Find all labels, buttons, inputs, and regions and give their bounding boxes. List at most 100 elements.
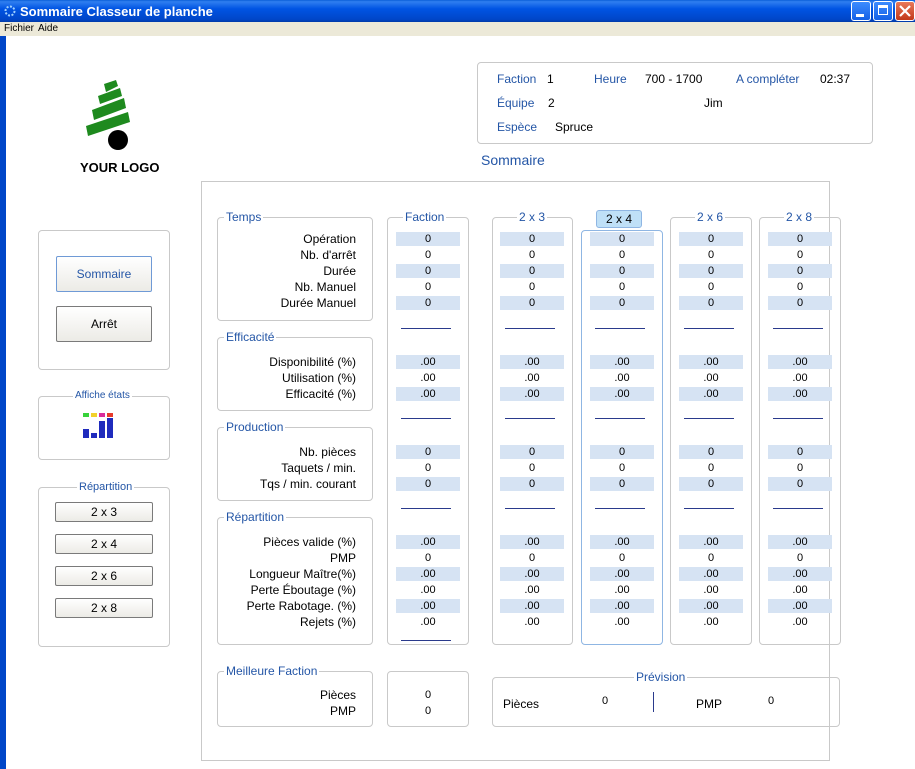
row-label-temps: Durée Manuel xyxy=(280,296,356,310)
value-cell-c2x6-efficacite: .00 xyxy=(679,355,743,369)
col-2x4-tab[interactable]: 2 x 4 xyxy=(596,210,642,228)
value-cell-c2x4-temps: 0 xyxy=(590,296,654,310)
row-label-meilleure: PMP xyxy=(329,704,356,718)
prevision-pieces-label: Pièces xyxy=(503,697,540,711)
equipe-value: 2 xyxy=(548,96,555,110)
acompleter-value: 02:37 xyxy=(820,72,851,86)
value-cell-c2x8-repartition: .00 xyxy=(792,616,808,628)
close-button[interactable] xyxy=(895,1,915,21)
column-separator xyxy=(401,328,451,329)
value-cell-c2x6-efficacite: .00 xyxy=(679,387,743,401)
prevision-pmp-value: 0 xyxy=(768,695,775,707)
col-2x3-header[interactable]: 2 x 3 xyxy=(517,210,548,224)
menu-fichier[interactable]: Fichier xyxy=(4,23,34,34)
rep-2x8-button[interactable]: 2 x 8 xyxy=(55,598,153,618)
row-label-repartition: Perte Éboutage (%) xyxy=(250,583,356,597)
value-cell-faction-temps: 0 xyxy=(396,264,460,278)
col-2x6-header[interactable]: 2 x 6 xyxy=(695,210,726,224)
value-cell-c2x4-production: 0 xyxy=(618,462,626,474)
rep-2x3-button[interactable]: 2 x 3 xyxy=(55,502,153,522)
repartition-main-legend: Répartition xyxy=(224,510,287,524)
row-label-efficacite: Utilisation (%) xyxy=(281,371,356,385)
value-cell-c2x8-repartition: .00 xyxy=(768,535,832,549)
espece-label: Espèce xyxy=(497,120,538,134)
header-info-box: Faction 1 Heure 700 - 1700 A compléter 0… xyxy=(477,62,873,144)
value-cell-faction-temps: 0 xyxy=(424,249,432,261)
equipe-person: Jim xyxy=(704,96,723,110)
value-cell-c2x6-repartition: .00 xyxy=(679,535,743,549)
value-cell-faction-repartition: 0 xyxy=(424,552,432,564)
heure-label: Heure xyxy=(594,72,627,86)
row-label-repartition: PMP xyxy=(329,551,356,565)
heure-value: 700 - 1700 xyxy=(645,72,703,86)
states-chart-icon[interactable] xyxy=(82,411,116,439)
row-label-meilleure: Pièces xyxy=(319,688,356,702)
value-cell-c2x8-repartition: .00 xyxy=(768,567,832,581)
close-icon xyxy=(899,5,911,17)
value-cell-c2x6-temps: 0 xyxy=(679,264,743,278)
column-separator xyxy=(684,418,734,419)
affiche-etats-label: Affiche états xyxy=(73,389,132,403)
value-cell-faction-efficacite: .00 xyxy=(420,372,436,384)
column-separator xyxy=(595,418,645,419)
value-cell-c2x3-temps: 0 xyxy=(500,296,564,310)
minimize-button[interactable] xyxy=(851,1,871,21)
column-separator xyxy=(401,640,451,641)
menu-bar: Fichier Aide xyxy=(0,22,915,36)
window-titlebar[interactable]: Sommaire Classeur de planche xyxy=(0,0,915,22)
value-cell-c2x3-repartition: .00 xyxy=(524,616,540,628)
value-cell-c2x3-production: 0 xyxy=(500,445,564,459)
column-separator xyxy=(684,508,734,509)
faction-label: Faction xyxy=(497,72,537,86)
value-cell-faction-production: 0 xyxy=(396,445,460,459)
value-cell-c2x3-efficacite: .00 xyxy=(500,355,564,369)
menu-aide[interactable]: Aide xyxy=(38,23,58,34)
value-cell-c2x4-repartition: .00 xyxy=(590,535,654,549)
efficacite-legend: Efficacité xyxy=(224,330,277,344)
value-cell-c2x8-repartition: .00 xyxy=(768,599,832,613)
maximize-button[interactable] xyxy=(873,1,893,21)
column-separator xyxy=(595,508,645,509)
repartition-group: Répartition 2 x 3 2 x 4 2 x 6 2 x 8 xyxy=(38,480,170,647)
row-label-repartition: Longueur Maître(%) xyxy=(249,567,356,581)
value-cell-faction-repartition: .00 xyxy=(420,616,436,628)
value-cell-c2x6-temps: 0 xyxy=(707,249,715,261)
value-cell-faction-efficacite: .00 xyxy=(396,387,460,401)
row-label-temps: Durée xyxy=(323,264,356,278)
value-cell-c2x8-temps: 0 xyxy=(768,296,832,310)
row-label-production: Nb. pièces xyxy=(299,445,356,459)
value-cell-c2x3-production: 0 xyxy=(528,462,536,474)
value-cell-c2x8-temps: 0 xyxy=(768,264,832,278)
arret-button[interactable]: Arrêt xyxy=(56,306,152,342)
value-cell-faction-repartition: .00 xyxy=(396,535,460,549)
value-cell-c2x8-production: 0 xyxy=(768,477,832,491)
value-cell-c2x6-efficacite: .00 xyxy=(703,372,719,384)
value-cell-faction-production: 0 xyxy=(396,477,460,491)
rep-2x4-button[interactable]: 2 x 4 xyxy=(55,534,153,554)
value-cell-c2x4-temps: 0 xyxy=(590,264,654,278)
value-cell-c2x8-efficacite: .00 xyxy=(768,355,832,369)
row-label-production: Tqs / min. courant xyxy=(259,477,356,491)
col-2x8-header[interactable]: 2 x 8 xyxy=(784,210,815,224)
rep-2x6-button[interactable]: 2 x 6 xyxy=(55,566,153,586)
column-separator xyxy=(505,328,555,329)
value-cell-c2x8-repartition: 0 xyxy=(796,552,804,564)
value-cell-c2x4-production: 0 xyxy=(590,445,654,459)
value-cell-c2x4-temps: 0 xyxy=(618,281,626,293)
value-cell-c2x6-temps: 0 xyxy=(707,281,715,293)
value-cell-c2x6-repartition: .00 xyxy=(703,616,719,628)
value-cell-c2x3-efficacite: .00 xyxy=(524,372,540,384)
column-separator xyxy=(401,418,451,419)
row-label-temps: Nb. d'arrêt xyxy=(300,248,356,262)
temps-legend: Temps xyxy=(224,210,264,224)
value-cell-c2x3-temps: 0 xyxy=(528,281,536,293)
value-cell-c2x3-temps: 0 xyxy=(528,249,536,261)
sommaire-button[interactable]: Sommaire xyxy=(56,256,152,292)
value-cell-c2x8-production: 0 xyxy=(768,445,832,459)
value-cell-c2x3-repartition: 0 xyxy=(528,552,536,564)
row-label-repartition: Rejets (%) xyxy=(299,615,356,629)
row-label-temps: Opération xyxy=(303,232,356,246)
tree-logo-icon xyxy=(86,80,130,150)
prevision-pieces-value: 0 xyxy=(602,695,609,707)
column-separator xyxy=(684,328,734,329)
